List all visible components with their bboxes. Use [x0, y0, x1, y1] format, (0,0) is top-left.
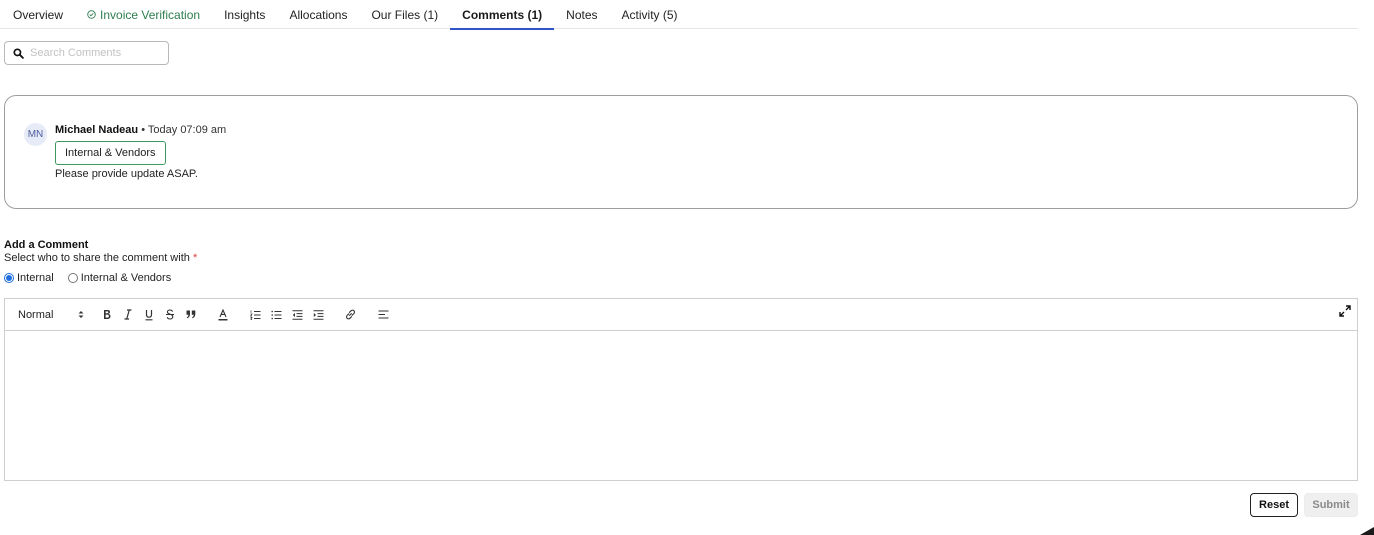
tab-bar: Overview Invoice Verification Insights A…: [0, 0, 1358, 30]
meta-separator: •: [138, 124, 148, 136]
comment-meta: Michael Nadeau • Today 07:09 am: [55, 124, 226, 136]
tab-comments[interactable]: Comments (1): [450, 0, 555, 30]
radio-internal[interactable]: Internal: [4, 272, 54, 284]
tab-invoice-verification[interactable]: Invoice Verification: [75, 0, 212, 29]
strikethrough-icon[interactable]: [163, 299, 177, 330]
link-icon[interactable]: [343, 299, 357, 330]
comment-time: Today 07:09 am: [147, 124, 227, 136]
submit-button[interactable]: Submit: [1304, 493, 1358, 517]
radio-internal-vendors[interactable]: Internal & Vendors: [67, 272, 171, 284]
visibility-badge: Internal & Vendors: [55, 141, 166, 165]
avatar: MN: [24, 123, 47, 146]
editor-toolbar: Normal: [5, 299, 1357, 331]
radio-button[interactable]: [67, 273, 78, 283]
expand-icon[interactable]: [1337, 295, 1353, 326]
select-arrows-icon: [78, 311, 84, 318]
tab-notes[interactable]: Notes: [554, 0, 609, 29]
italic-icon[interactable]: [121, 299, 135, 330]
share-label: Select who to share the comment with *: [4, 252, 198, 264]
add-comment-title: Add a Comment: [4, 239, 89, 251]
text-color-icon[interactable]: [216, 299, 230, 330]
tab-insights[interactable]: Insights: [212, 0, 277, 29]
comment-card: MN Michael Nadeau • Today 07:09 am Inter…: [4, 95, 1358, 209]
reset-button[interactable]: Reset: [1250, 493, 1298, 517]
resize-corner-icon: [1360, 527, 1374, 535]
indent-icon[interactable]: [311, 299, 325, 330]
editor-textarea[interactable]: [5, 331, 1357, 480]
required-mark: *: [192, 252, 198, 264]
search-box: [4, 41, 169, 65]
align-icon[interactable]: [376, 299, 390, 330]
check-circle-icon: [87, 10, 96, 19]
underline-icon[interactable]: [142, 299, 156, 330]
bold-icon[interactable]: [100, 299, 114, 330]
bullet-list-icon[interactable]: [269, 299, 283, 330]
ordered-list-icon[interactable]: [248, 299, 262, 330]
radio-button-selected[interactable]: [4, 273, 14, 283]
tab-activity[interactable]: Activity (5): [610, 0, 690, 29]
comment-editor: Normal: [4, 298, 1358, 481]
outdent-icon[interactable]: [290, 299, 304, 330]
format-select[interactable]: Normal: [18, 299, 84, 330]
comment-text: Please provide update ASAP.: [55, 168, 198, 180]
tab-allocations[interactable]: Allocations: [277, 0, 359, 29]
share-options: Internal Internal & Vendors: [4, 272, 185, 284]
search-input[interactable]: [30, 47, 160, 59]
tab-overview[interactable]: Overview: [0, 0, 75, 29]
search-icon: [13, 47, 24, 59]
blockquote-icon[interactable]: [184, 299, 198, 330]
tab-our-files[interactable]: Our Files (1): [359, 0, 450, 29]
comment-author: Michael Nadeau: [55, 124, 139, 136]
